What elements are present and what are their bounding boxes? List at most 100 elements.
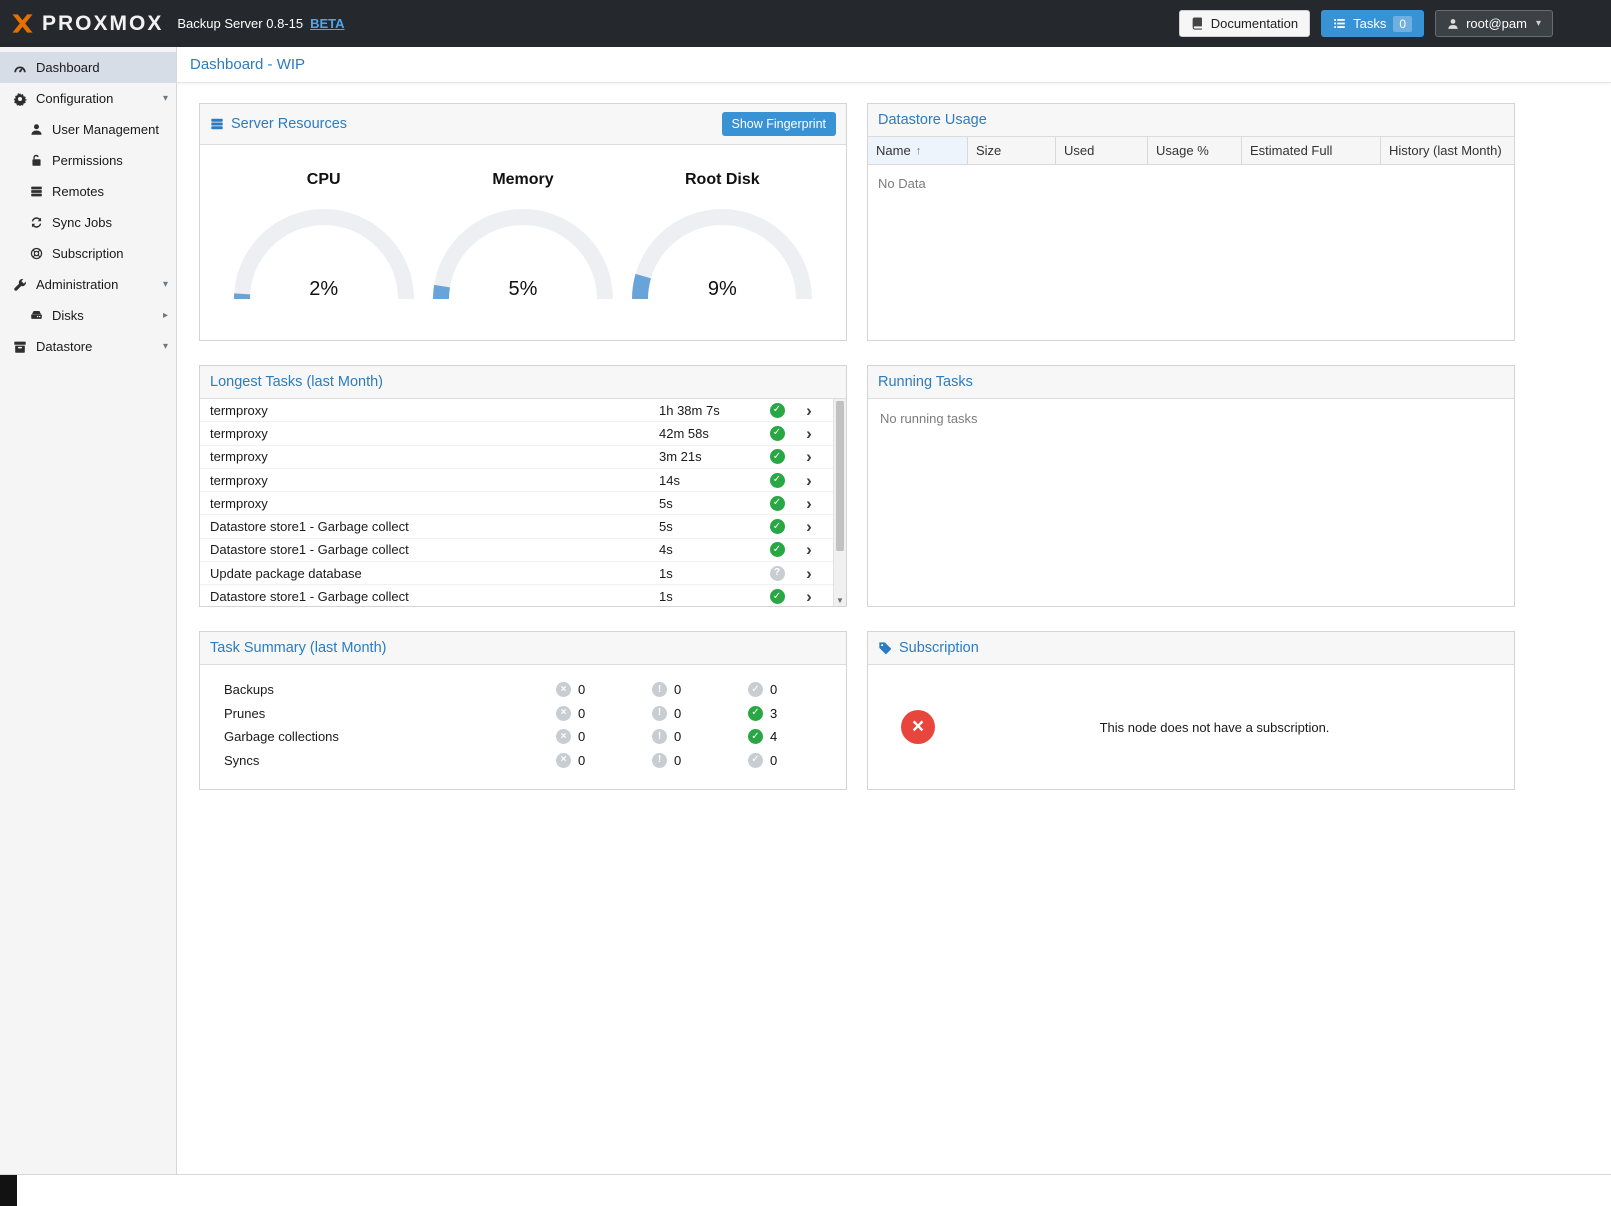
beta-link[interactable]: BETA: [310, 16, 344, 31]
sidebar-item-disks[interactable]: Disks ▸: [0, 300, 176, 331]
chevron-right-icon[interactable]: ›: [795, 425, 823, 442]
server-icon: [28, 185, 44, 198]
error-count-icon: ×: [556, 706, 571, 721]
task-duration: 1h 38m 7s: [659, 403, 759, 418]
chevron-right-icon[interactable]: ›: [795, 518, 823, 535]
column-header-history[interactable]: History (last Month): [1381, 137, 1514, 164]
chevron-right-icon[interactable]: ›: [795, 588, 823, 605]
sidebar-item-label: Subscription: [52, 246, 124, 261]
chevron-right-icon[interactable]: ›: [795, 472, 823, 489]
book-icon: [1191, 17, 1204, 30]
column-header-used[interactable]: Used: [1056, 137, 1148, 164]
status-ok-icon: ✓: [770, 403, 785, 418]
datastore-usage-panel: Datastore Usage Name ↑ Size Used Usage %…: [867, 103, 1515, 341]
chevron-right-icon[interactable]: ›: [795, 402, 823, 419]
status-ok-icon: ✓: [770, 519, 785, 534]
column-label: Size: [976, 143, 1001, 158]
warning-count: 0: [674, 753, 681, 768]
task-row[interactable]: termproxy 3m 21s ✓ ›: [200, 446, 833, 469]
task-row[interactable]: termproxy 14s ✓ ›: [200, 469, 833, 492]
gauge-label: CPU: [224, 171, 423, 189]
ok-count-icon: ✓: [748, 753, 763, 768]
summary-row[interactable]: Garbage collections ×0 !0 ✓4: [200, 725, 846, 749]
page-title: Dashboard - WIP: [190, 56, 305, 73]
ok-count: 4: [770, 729, 777, 744]
sidebar-item-dashboard[interactable]: Dashboard: [0, 52, 176, 83]
column-header-usage-pct[interactable]: Usage %: [1148, 137, 1242, 164]
tasks-button[interactable]: Tasks 0: [1321, 10, 1424, 37]
unlock-icon: [28, 154, 44, 167]
sidebar-item-sync-jobs[interactable]: Sync Jobs: [0, 207, 176, 238]
scrollbar[interactable]: ▼: [833, 399, 846, 606]
sidebar-item-user-management[interactable]: User Management: [0, 114, 176, 145]
column-label: History (last Month): [1389, 143, 1502, 158]
task-name: termproxy: [200, 473, 659, 488]
scroll-down-icon[interactable]: ▼: [834, 596, 846, 605]
gauge-root-disk: Root Disk 9%: [623, 145, 822, 340]
main-content: Dashboard - WIP Server Resources Show Fi…: [177, 47, 1611, 1174]
brand-text: PROXMOX: [42, 12, 163, 36]
task-row[interactable]: termproxy 1h 38m 7s ✓ ›: [200, 399, 833, 422]
sidebar-item-datastore[interactable]: Datastore ▾: [0, 331, 176, 362]
sidebar-item-permissions[interactable]: Permissions: [0, 145, 176, 176]
chevron-right-icon[interactable]: ›: [795, 495, 823, 512]
task-duration: 42m 58s: [659, 426, 759, 441]
status-ok-icon: ✓: [770, 426, 785, 441]
task-duration: 5s: [659, 519, 759, 534]
task-row[interactable]: Update package database 1s ? ›: [200, 562, 833, 585]
panel-title: Longest Tasks (last Month): [210, 374, 383, 390]
caret-right-icon: ▸: [163, 310, 168, 321]
no-data-text: No Data: [868, 165, 1514, 202]
sidebar-item-subscription[interactable]: Subscription: [0, 238, 176, 269]
server-resources-panel: Server Resources Show Fingerprint CPU 2%…: [199, 103, 847, 341]
bottom-scroll-strip[interactable]: [0, 1174, 1611, 1206]
longest-tasks-list: termproxy 1h 38m 7s ✓ ›termproxy 42m 58s…: [200, 399, 833, 606]
sidebar-item-administration[interactable]: Administration ▾: [0, 269, 176, 300]
sync-icon: [28, 216, 44, 229]
column-header-size[interactable]: Size: [968, 137, 1056, 164]
task-row[interactable]: Datastore store1 - Garbage collect 5s ✓ …: [200, 515, 833, 538]
summary-row[interactable]: Prunes ×0 !0 ✓3: [200, 702, 846, 726]
sidebar-item-configuration[interactable]: Configuration ▾: [0, 83, 176, 114]
documentation-label: Documentation: [1211, 16, 1298, 31]
sidebar-item-label: Datastore: [36, 339, 92, 354]
chevron-down-icon: ▾: [1536, 18, 1541, 29]
chevron-right-icon[interactable]: ›: [795, 541, 823, 558]
summary-category: Backups: [200, 682, 556, 697]
chevron-right-icon[interactable]: ›: [795, 448, 823, 465]
column-header-estimated-full[interactable]: Estimated Full: [1242, 137, 1381, 164]
scrollbar-thumb[interactable]: [836, 401, 844, 551]
documentation-button[interactable]: Documentation: [1179, 10, 1310, 37]
panel-title: Datastore Usage: [878, 112, 987, 128]
subscription-panel: Subscription × This node does not have a…: [867, 631, 1515, 790]
datastore-table-header: Name ↑ Size Used Usage % Estimated Full …: [868, 137, 1514, 165]
column-header-name[interactable]: Name ↑: [868, 137, 968, 164]
error-count-icon: ×: [556, 682, 571, 697]
task-row[interactable]: Datastore store1 - Garbage collect 4s ✓ …: [200, 539, 833, 562]
warning-count-icon: !: [652, 753, 667, 768]
no-running-tasks-text: No running tasks: [868, 399, 1514, 438]
error-count-icon: ×: [556, 729, 571, 744]
task-row[interactable]: termproxy 42m 58s ✓ ›: [200, 422, 833, 445]
task-name: termproxy: [200, 403, 659, 418]
show-fingerprint-button[interactable]: Show Fingerprint: [722, 112, 837, 136]
task-row[interactable]: Datastore store1 - Garbage collect 1s ✓ …: [200, 585, 833, 606]
sidebar-item-label: Permissions: [52, 153, 123, 168]
task-row[interactable]: termproxy 5s ✓ ›: [200, 492, 833, 515]
task-summary-body: Backups ×0 !0 ✓0Prunes ×0 !0 ✓3Garbage c…: [200, 665, 846, 772]
sidebar-item-label: Sync Jobs: [52, 215, 112, 230]
caret-down-icon: ▾: [163, 341, 168, 352]
gear-icon: [12, 92, 28, 106]
user-menu-button[interactable]: root@pam ▾: [1435, 10, 1553, 37]
running-tasks-panel: Running Tasks No running tasks: [867, 365, 1515, 607]
summary-row[interactable]: Backups ×0 !0 ✓0: [200, 678, 846, 702]
sidebar-item-label: Configuration: [36, 91, 113, 106]
summary-row[interactable]: Syncs ×0 !0 ✓0: [200, 749, 846, 773]
product-version: Backup Server 0.8-15: [177, 16, 303, 31]
sidebar-item-remotes[interactable]: Remotes: [0, 176, 176, 207]
error-count: 0: [578, 706, 585, 721]
dashboard-gauge-icon: [12, 61, 28, 75]
chevron-right-icon[interactable]: ›: [795, 565, 823, 582]
task-name: termproxy: [200, 449, 659, 464]
error-count: 0: [578, 729, 585, 744]
